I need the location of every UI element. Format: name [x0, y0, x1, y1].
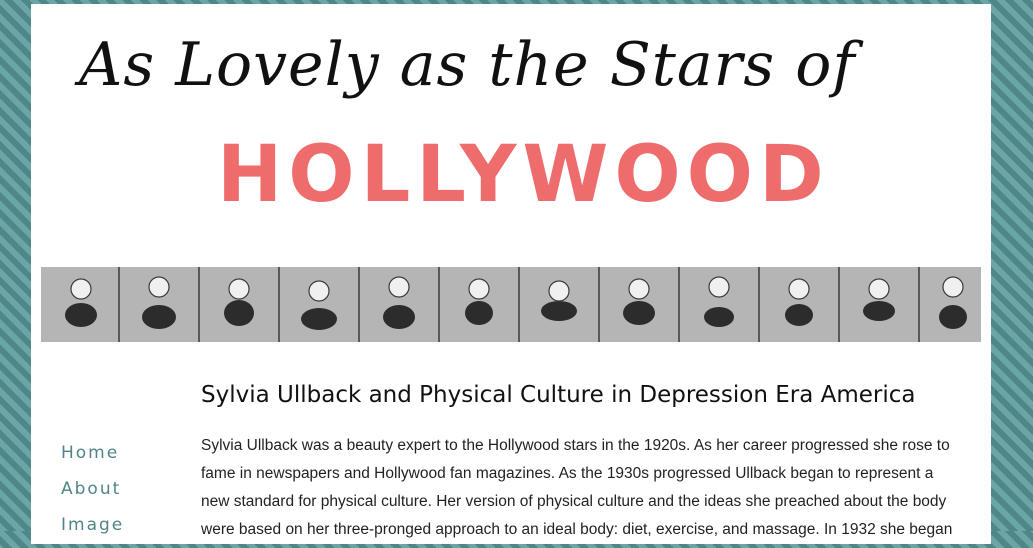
- header-banner-image: [41, 267, 981, 342]
- site-title-marquee[interactable]: HOLLYWOOD: [217, 136, 830, 214]
- page-container: As Lovely as the Stars of HOLLYWOOD Home…: [31, 4, 991, 544]
- comic-strip-illustration: [41, 267, 981, 342]
- sidebar-nav: Home About Image: [61, 440, 124, 548]
- nav-item-home[interactable]: Home: [61, 440, 124, 476]
- post-body: Sylvia Ullback was a beauty expert to th…: [201, 437, 953, 538]
- nav-item-image[interactable]: Image: [61, 512, 124, 548]
- post-title[interactable]: Sylvia Ullback and Physical Culture in D…: [201, 382, 916, 408]
- site-title-script[interactable]: As Lovely as the Stars of: [79, 30, 856, 100]
- nav-item-about[interactable]: About: [61, 476, 124, 512]
